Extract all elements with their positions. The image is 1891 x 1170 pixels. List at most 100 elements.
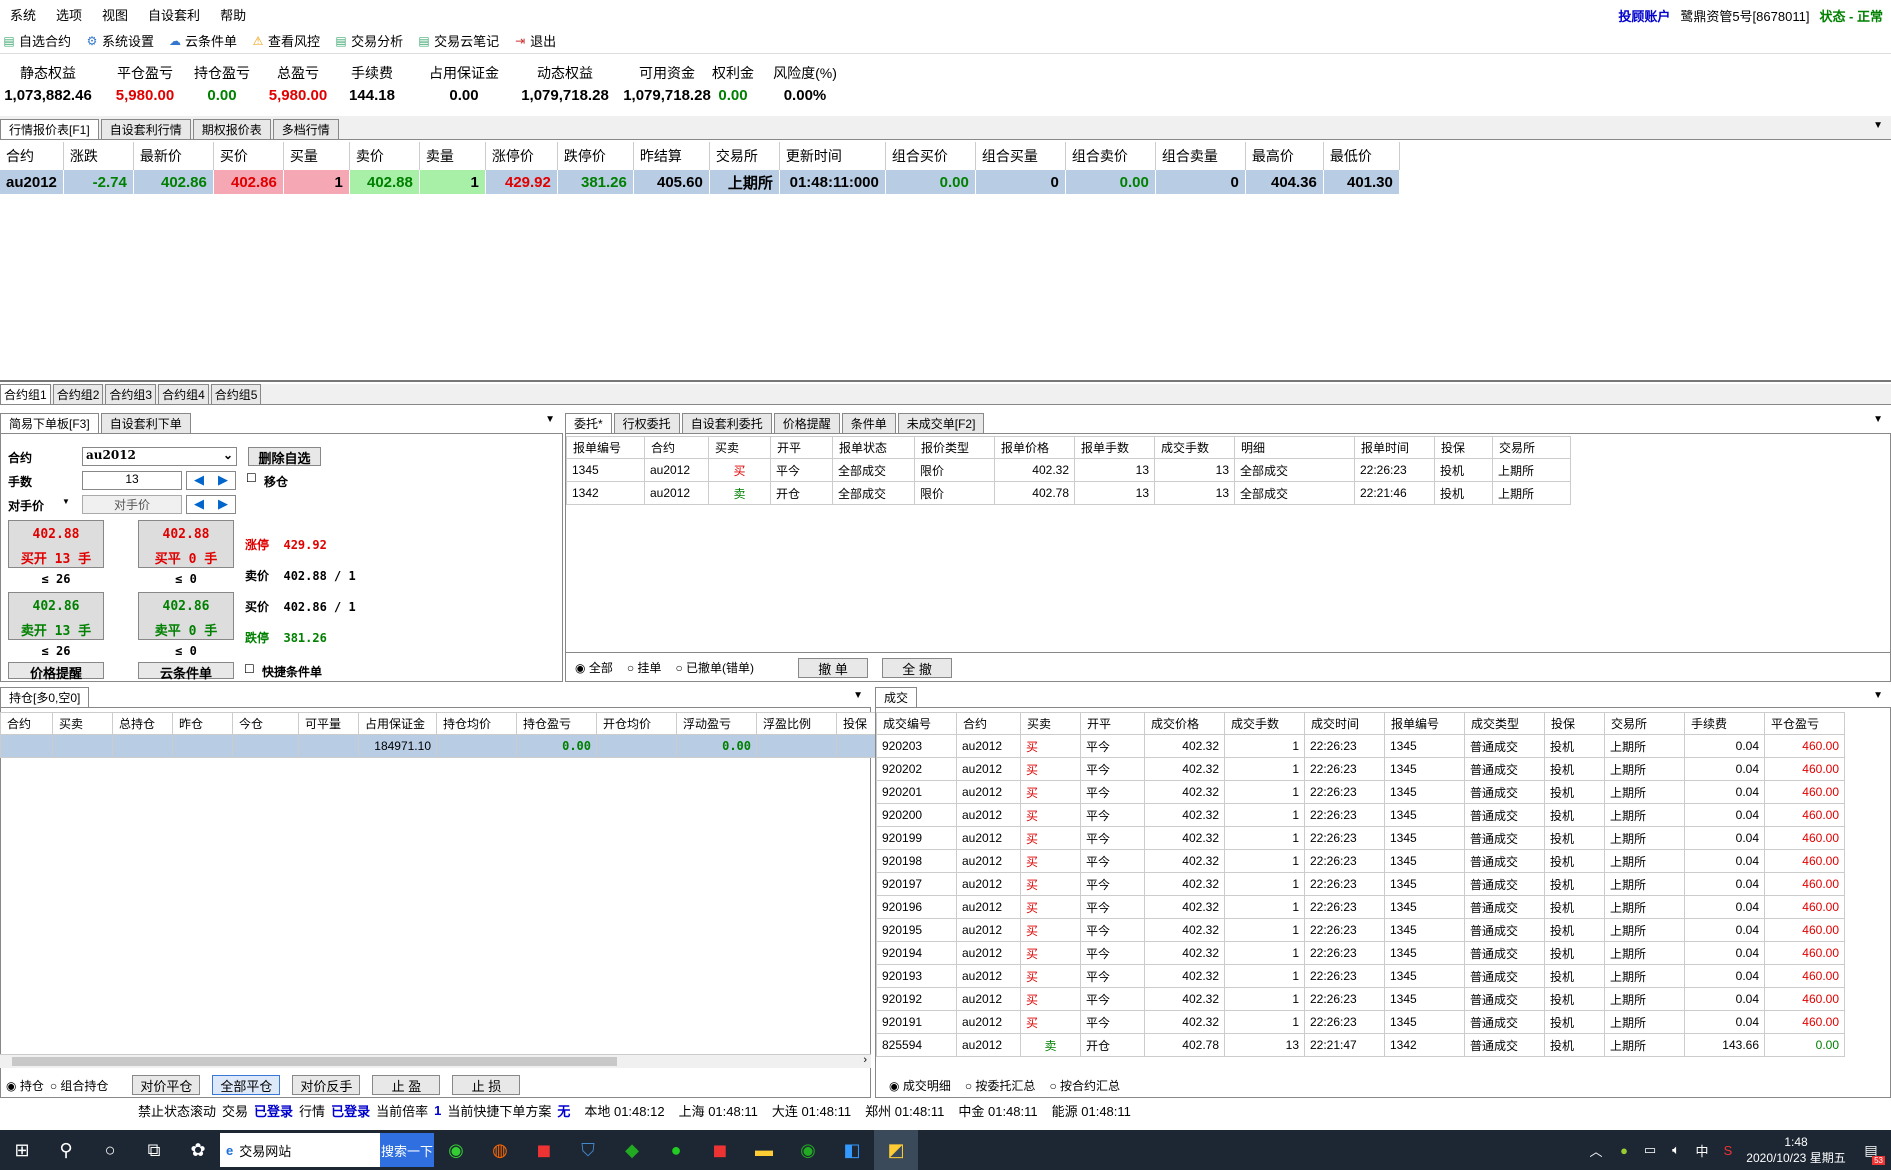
column-header[interactable]: 合约	[644, 436, 709, 459]
column-header[interactable]: 投保	[1544, 712, 1605, 735]
column-header[interactable]: 占用保证金	[358, 712, 437, 735]
column-header[interactable]: 最低价	[1323, 142, 1400, 170]
trading-app-icon[interactable]: ◼	[522, 1130, 566, 1170]
column-header[interactable]: 报单时间	[1354, 436, 1435, 459]
tab-entrust[interactable]: 委托*	[565, 413, 612, 433]
toolbar-button[interactable]: ⚙ 系统设置	[85, 31, 154, 50]
column-header[interactable]: 可平量	[298, 712, 359, 735]
app-tray-icon[interactable]: ●	[1611, 1130, 1637, 1170]
trade-radio[interactable]: ○ 按委托汇总	[965, 1077, 1036, 1094]
ime-indicator[interactable]: 中	[1689, 1130, 1715, 1170]
buy-close-button[interactable]: 402.88 买平 0 手	[138, 520, 234, 568]
left-arrow-icon[interactable]: ◀	[194, 472, 204, 489]
cancel-all-button[interactable]: 全 撤	[882, 657, 953, 678]
clock[interactable]: 1:48 2020/10/23 星期五	[1741, 1134, 1851, 1166]
wechat-icon[interactable]: ●	[654, 1130, 698, 1170]
column-header[interactable]: 最高价	[1245, 142, 1324, 170]
menu-item[interactable]: 帮助	[210, 5, 256, 24]
position-action-button[interactable]: 全部平仓	[212, 1075, 281, 1095]
column-header[interactable]: 买卖	[52, 712, 113, 735]
column-header[interactable]: 买量	[283, 142, 350, 170]
column-header[interactable]: 跌停价	[557, 142, 634, 170]
contract-select[interactable]: au2012 ⌄	[82, 447, 237, 466]
tab-quote[interactable]: 多档行情	[272, 119, 339, 139]
tab-contract-group[interactable]: 合约组5	[210, 384, 262, 404]
tab-quote[interactable]: 自设套利行情	[100, 119, 191, 139]
trade-radio[interactable]: ◉ 成交明细	[889, 1077, 951, 1094]
table-row[interactable]: 920193 au2012 买平今 402.32 1 22:26:23 1345 普通成交 投机…	[876, 964, 1845, 988]
column-header[interactable]: 合约	[956, 712, 1021, 735]
tab-entrust[interactable]: 未成交单[F2]	[897, 413, 985, 433]
chrome-icon[interactable]: ◍	[478, 1130, 522, 1170]
column-header[interactable]: 投保	[1434, 436, 1493, 459]
volume-icon[interactable]: 🔈︎	[1663, 1130, 1689, 1170]
menu-item[interactable]: 视图	[92, 5, 138, 24]
column-header[interactable]: 买价	[213, 142, 284, 170]
tab-contract-group[interactable]: 合约组1	[0, 384, 51, 404]
table-row[interactable]: 920191 au2012 买平今 402.32 1 22:26:23 1345 普通成交 投机…	[876, 1010, 1845, 1034]
column-header[interactable]: 开平	[1080, 712, 1145, 735]
chevron-right-icon[interactable]: ›	[863, 1054, 867, 1066]
tab-entrust[interactable]: 条件单	[841, 413, 896, 433]
sell-close-button[interactable]: 402.86 卖平 0 手	[138, 592, 234, 640]
column-header[interactable]: 报价类型	[914, 436, 995, 459]
column-header[interactable]: 成交时间	[1304, 712, 1385, 735]
left-arrow-icon[interactable]: ◀	[194, 496, 204, 513]
cloud-condition-button[interactable]: 云条件单	[138, 662, 234, 681]
cancel-order-button[interactable]: 撤 单	[798, 657, 869, 678]
column-header[interactable]: 报单编号	[1384, 712, 1465, 735]
qty-stepper[interactable]: ◀ ▶	[186, 471, 236, 490]
column-header[interactable]: 买卖	[1020, 712, 1081, 735]
price-input[interactable]: 对手价	[82, 495, 182, 514]
column-header[interactable]: 最新价	[133, 142, 214, 170]
app-icon[interactable]: ◩	[874, 1130, 918, 1170]
table-row[interactable]: 920197 au2012 买平今 402.32 1 22:26:23 1345 普通成交 投机…	[876, 872, 1845, 896]
toolbar-button[interactable]: ▤ 交易云笔记	[417, 31, 499, 50]
tab-position[interactable]: 持仓[多0,空0]	[0, 687, 90, 707]
table-row[interactable]: 920203 au2012 买平今 402.32 1 22:26:23 1345 普通成交 投机…	[876, 734, 1845, 758]
column-header[interactable]: 成交价格	[1144, 712, 1225, 735]
column-header[interactable]: 组合买价	[885, 142, 976, 170]
column-header[interactable]: 卖量	[419, 142, 486, 170]
column-header[interactable]: 交易所	[1604, 712, 1685, 735]
tab-contract-group[interactable]: 合约组2	[52, 384, 104, 404]
tab-entrust[interactable]: 价格提醒	[773, 413, 840, 433]
table-row[interactable]: 920194 au2012 买平今 402.32 1 22:26:23 1345 普通成交 投机…	[876, 941, 1845, 965]
position-action-button[interactable]: 对价反手	[292, 1075, 361, 1095]
column-header[interactable]: 开仓均价	[596, 712, 677, 735]
table-row[interactable]: 920195 au2012 买平今 402.32 1 22:26:23 1345 普通成交 投机…	[876, 918, 1845, 942]
column-header[interactable]: 投保	[836, 712, 877, 735]
sell-open-button[interactable]: 402.86 卖开 13 手	[8, 592, 104, 640]
menu-item[interactable]: 选项	[46, 5, 92, 24]
tab-quote[interactable]: 行情报价表[F1]	[0, 119, 99, 139]
column-header[interactable]: 总持仓	[112, 712, 173, 735]
table-row[interactable]: 1342 au2012 卖开仓 全部成交 限价 402.78 13 13 全部成交 22:21:4…	[566, 481, 1571, 505]
chevron-down-icon[interactable]: ▼	[1873, 120, 1883, 131]
column-header[interactable]: 平仓盈亏	[1764, 712, 1845, 735]
column-header[interactable]: 合约	[0, 142, 64, 170]
column-header[interactable]: 昨仓	[172, 712, 233, 735]
column-header[interactable]: 明细	[1234, 436, 1355, 459]
column-header[interactable]: 成交类型	[1464, 712, 1545, 735]
menu-item[interactable]: 系统	[0, 5, 46, 24]
column-header[interactable]: 合约	[0, 712, 53, 735]
chevron-down-icon[interactable]: ▼	[1873, 690, 1883, 701]
toolbar-button[interactable]: ▤ 交易分析	[334, 31, 403, 50]
position-action-button[interactable]: 止 损	[452, 1075, 521, 1095]
position-radio[interactable]: ◉ 持仓	[6, 1077, 44, 1094]
column-header[interactable]: 组合买量	[975, 142, 1066, 170]
menu-item[interactable]: 自设套利	[138, 5, 210, 24]
column-header[interactable]: 交易所	[709, 142, 780, 170]
tab-contract-group[interactable]: 合约组3	[105, 384, 157, 404]
network-icon[interactable]: ▭	[1637, 1130, 1663, 1170]
chevron-down-icon[interactable]: ▼	[1873, 414, 1883, 425]
toolbar-button[interactable]: ⇥ 退出	[513, 31, 556, 50]
scrollbar-thumb[interactable]	[12, 1057, 617, 1066]
column-header[interactable]: 涨停价	[485, 142, 558, 170]
table-row[interactable]: 920196 au2012 买平今 402.32 1 22:26:23 1345 普通成交 投机…	[876, 895, 1845, 919]
column-header[interactable]: 持仓均价	[436, 712, 517, 735]
table-row[interactable]: 920199 au2012 买平今 402.32 1 22:26:23 1345 普通成交 投机…	[876, 826, 1845, 850]
column-header[interactable]: 涨跌	[63, 142, 134, 170]
tab-entrust[interactable]: 行权委托	[613, 413, 680, 433]
sogou-icon[interactable]: S	[1715, 1130, 1741, 1170]
